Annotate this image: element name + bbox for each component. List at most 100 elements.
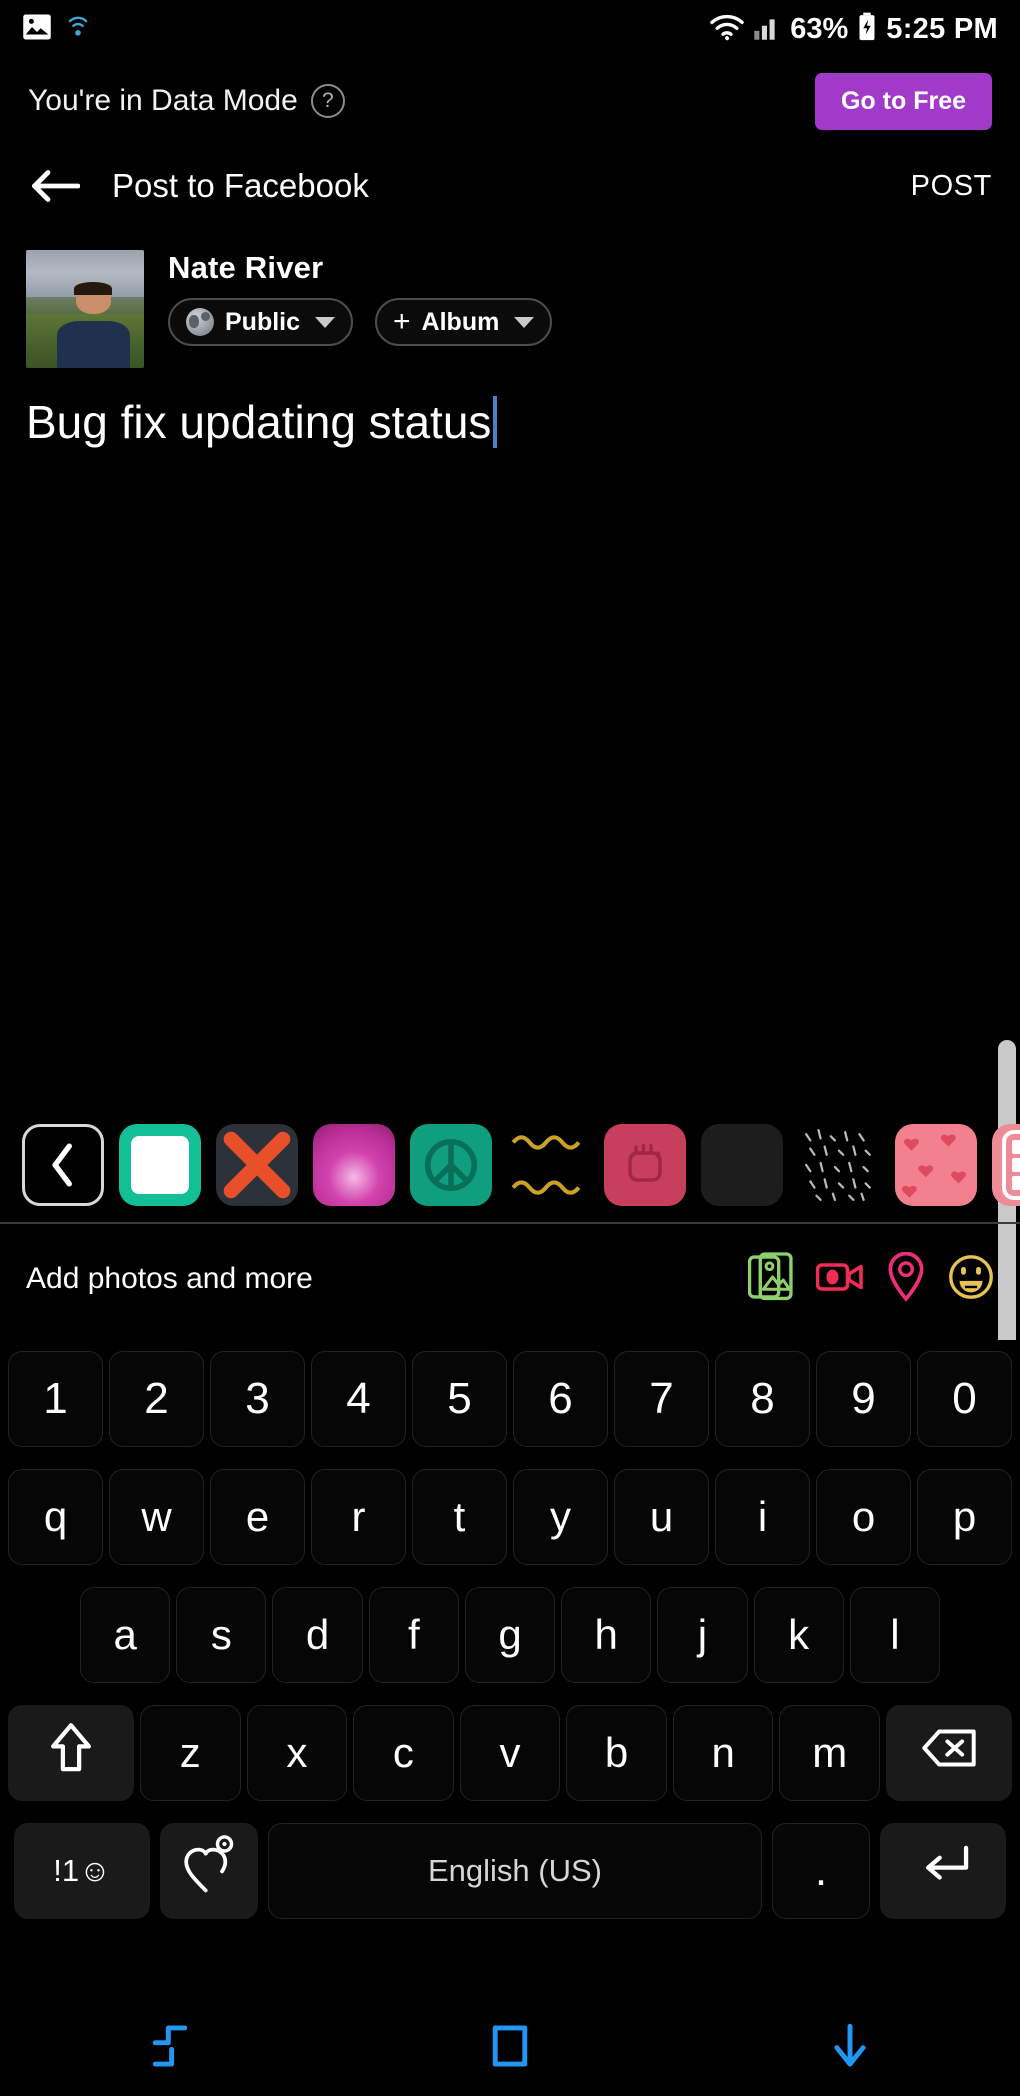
key-n[interactable]: n [672, 1705, 774, 1801]
home-icon [490, 2023, 530, 2074]
gold-squiggle-sticker[interactable] [507, 1124, 589, 1206]
down-arrow-icon [831, 2023, 869, 2074]
key-z[interactable]: z [139, 1705, 241, 1801]
globe-icon [186, 308, 214, 336]
key-o[interactable]: o [816, 1469, 911, 1565]
enter-key[interactable] [880, 1823, 1006, 1919]
key-j[interactable]: j [657, 1587, 748, 1683]
composer-chips: Public + Album [168, 298, 553, 346]
key-g[interactable]: g [464, 1587, 556, 1683]
enter-return-icon [915, 1842, 971, 1900]
key-e[interactable]: e [210, 1469, 305, 1565]
key-h[interactable]: h [561, 1587, 652, 1683]
key-a[interactable]: a [80, 1587, 171, 1683]
key-u[interactable]: u [614, 1469, 709, 1565]
x-mark-sticker[interactable] [216, 1124, 298, 1206]
go-to-free-button[interactable]: Go to Free [814, 72, 992, 130]
album-chip[interactable]: + Album [375, 298, 553, 346]
chevron-down-icon [315, 316, 336, 328]
data-mode-message: You're in Data Mode [28, 84, 298, 117]
key-p[interactable]: p [917, 1469, 1012, 1565]
user-name: Nate River [168, 250, 324, 285]
shift-key[interactable] [7, 1705, 134, 1801]
key-5[interactable]: 5 [412, 1351, 507, 1447]
keyboard-row-bottom: z x c v b n m [0, 1694, 1020, 1812]
wifi-hotspot-icon [66, 13, 90, 46]
key-f[interactable]: f [368, 1587, 459, 1683]
video-camera-icon[interactable] [815, 1255, 864, 1304]
pink-heart-sticker[interactable] [313, 1124, 395, 1206]
backspace-icon [921, 1727, 977, 1779]
hearts-pattern-sticker[interactable] [895, 1124, 977, 1206]
privacy-chip[interactable]: Public [168, 298, 354, 346]
plus-icon: + [393, 305, 411, 338]
key-8[interactable]: 8 [715, 1351, 810, 1447]
phone-screen: 63% 5:25 PM You're in Data Mode ? Go to … [0, 0, 1020, 2096]
plain-dark-sticker[interactable] [701, 1124, 783, 1206]
status-bar: 63% 5:25 PM [0, 0, 1020, 58]
key-7[interactable]: 7 [614, 1351, 709, 1447]
hide-keyboard-nav-button[interactable] [790, 2013, 910, 2083]
key-q[interactable]: q [8, 1469, 103, 1565]
period-key[interactable]: . [772, 1823, 870, 1919]
symbols-key[interactable]: !1☺ [14, 1823, 150, 1919]
key-1[interactable]: 1 [8, 1351, 103, 1447]
key-x[interactable]: x [246, 1705, 348, 1801]
noise-texture-sticker[interactable] [798, 1124, 880, 1206]
location-pin-icon[interactable] [886, 1251, 926, 1307]
shift-up-arrow-icon [49, 1722, 93, 1784]
key-6[interactable]: 6 [513, 1351, 608, 1447]
all-stickers-grid-sticker[interactable] [992, 1124, 1020, 1206]
key-0[interactable]: 0 [917, 1351, 1012, 1447]
key-m[interactable]: m [779, 1705, 881, 1801]
battery-charging-icon [857, 12, 877, 47]
photo-gallery-icon[interactable] [747, 1251, 794, 1307]
text-cursor [493, 396, 498, 448]
key-3[interactable]: 3 [210, 1351, 305, 1447]
composer-identity: Nate River Public + Album [168, 250, 553, 368]
sticker-key[interactable] [160, 1823, 258, 1919]
home-nav-button[interactable] [450, 2013, 570, 2083]
recents-nav-button[interactable] [110, 2013, 230, 2083]
key-2[interactable]: 2 [109, 1351, 204, 1447]
backspace-key[interactable] [886, 1705, 1013, 1801]
signal-icon [753, 13, 781, 46]
key-w[interactable]: w [109, 1469, 204, 1565]
sticker-back-button[interactable] [22, 1124, 104, 1206]
heart-sticker-settings-icon [181, 1835, 237, 1907]
key-9[interactable]: 9 [816, 1351, 911, 1447]
keyboard-row-top: q w e r t y u i o p [0, 1458, 1020, 1576]
key-v[interactable]: v [459, 1705, 561, 1801]
keyboard-row-numbers: 1 2 3 4 5 6 7 8 9 0 [0, 1340, 1020, 1458]
help-icon[interactable]: ? [310, 84, 345, 118]
key-k[interactable]: k [753, 1587, 844, 1683]
sticker-strip [0, 1112, 1020, 1218]
avatar[interactable] [26, 250, 144, 368]
key-4[interactable]: 4 [311, 1351, 406, 1447]
status-text-value: Bug fix updating status [26, 395, 492, 448]
key-y[interactable]: y [513, 1469, 608, 1565]
key-s[interactable]: s [176, 1587, 267, 1683]
battery-percent-label: 63% [790, 12, 849, 45]
raised-fist-sticker[interactable] [604, 1124, 686, 1206]
key-l[interactable]: l [849, 1587, 940, 1683]
wifi-icon [710, 12, 744, 47]
post-button[interactable]: POST [911, 170, 992, 203]
blank-white-sticker[interactable] [119, 1124, 201, 1206]
key-r[interactable]: r [311, 1469, 406, 1565]
chevron-down-icon [514, 316, 535, 328]
key-t[interactable]: t [412, 1469, 507, 1565]
peace-sign-sticker[interactable] [410, 1124, 492, 1206]
space-key[interactable]: English (US) [268, 1823, 762, 1919]
emoji-smiley-icon[interactable] [948, 1253, 994, 1306]
back-arrow-icon[interactable] [28, 166, 82, 206]
key-c[interactable]: c [353, 1705, 454, 1801]
keyboard-row-home: a s d f g h j k l [0, 1576, 1020, 1694]
status-text-input[interactable]: Bug fix updating status [0, 368, 1020, 448]
key-i[interactable]: i [715, 1469, 810, 1565]
system-navigation-bar [0, 2000, 1020, 2096]
add-photos-icon-group [747, 1251, 994, 1307]
grid-icon [1002, 1130, 1020, 1200]
key-b[interactable]: b [566, 1705, 667, 1801]
key-d[interactable]: d [272, 1587, 363, 1683]
